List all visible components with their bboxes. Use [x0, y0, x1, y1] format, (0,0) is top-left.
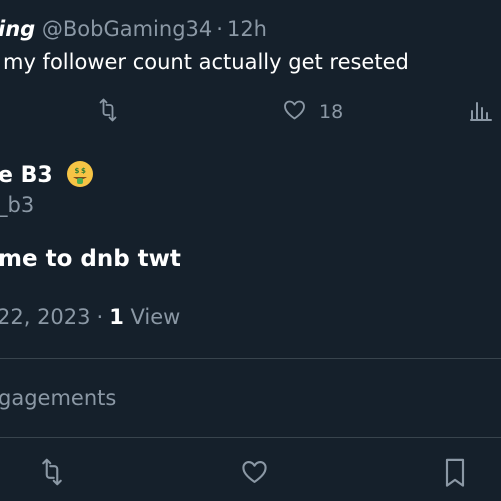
- like-count: 18: [319, 101, 344, 123]
- retweet-icon[interactable]: [94, 98, 122, 122]
- tweet-date[interactable]: 22, 2023: [0, 305, 91, 329]
- divider-top: [0, 358, 501, 359]
- retweet-icon[interactable]: [36, 458, 68, 486]
- reply-tweet-header: ing @BobGaming34 · 12h: [0, 17, 267, 41]
- analytics-icon[interactable]: [469, 98, 493, 122]
- reply-author-handle[interactable]: @BobGaming34: [42, 17, 212, 41]
- reply-tweet-text: my follower count actually get reseted: [3, 50, 409, 74]
- reply-separator: ·: [216, 17, 223, 41]
- main-tweet-text: me to dnb twt: [0, 246, 181, 272]
- heart-icon[interactable]: [240, 458, 269, 486]
- view-label: View: [130, 305, 181, 329]
- reply-author-name[interactable]: ing: [0, 17, 35, 41]
- main-tweet-author: e B3 $ $: [0, 160, 94, 190]
- main-author-name[interactable]: e B3: [0, 163, 53, 188]
- view-count: 1: [109, 305, 124, 329]
- heart-icon[interactable]: [282, 98, 307, 122]
- main-tweet-meta: 22, 2023 · 1 View: [0, 305, 180, 329]
- svg-text:$: $: [81, 167, 86, 175]
- meta-separator: ·: [96, 305, 104, 329]
- view-engagements-link[interactable]: gagements: [0, 386, 116, 410]
- bookmark-icon[interactable]: [441, 457, 469, 489]
- svg-text:$: $: [74, 167, 79, 175]
- money-face-emoji: $ $: [66, 160, 94, 188]
- main-author-handle[interactable]: _b3: [0, 193, 34, 217]
- reply-time[interactable]: 12h: [227, 17, 267, 41]
- divider-bottom: [0, 437, 501, 438]
